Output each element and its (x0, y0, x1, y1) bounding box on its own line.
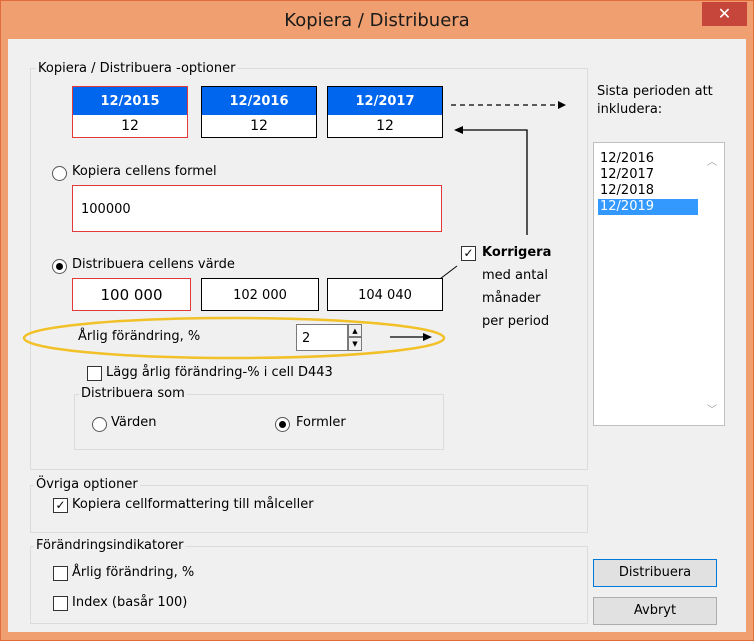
distribute-value-input-2[interactable]: 102 000 (201, 278, 319, 311)
annual-change-indicator-label: Årlig förändring, % (72, 565, 195, 580)
radio-selected-dot (279, 421, 286, 428)
copy-formula-radio[interactable] (52, 166, 67, 181)
annual-change-indicator-checkbox[interactable] (53, 566, 68, 581)
title-bar: Kopiera / Distribuera ✕ (1, 1, 753, 39)
annual-change-label: Årlig förändring, % (78, 329, 201, 344)
scroll-up-icon[interactable]: ︿ (707, 153, 717, 168)
correct-line-3: per period (482, 314, 550, 329)
copy-format-label: Kopiera cellformattering till målceller (72, 497, 314, 512)
values-radio-label: Värden (111, 415, 157, 430)
dialog-body: Kopiera / Distribuera -optioner 12/2015 … (8, 39, 746, 632)
correct-line-2: månader (482, 291, 541, 306)
add-change-cell-label: Lägg årlig förändring-% i cell D443 (106, 365, 333, 380)
dialog-window: Kopiera / Distribuera ✕ Kopiera / Distri… (0, 0, 754, 641)
scroll-down-icon[interactable]: ﹀ (707, 401, 717, 416)
list-item[interactable]: 12/2017 (598, 167, 698, 183)
distribute-button[interactable]: Distribuera (593, 559, 717, 587)
formula-input[interactable]: 100000 (72, 185, 442, 232)
spin-up-icon[interactable]: ▲ (348, 324, 362, 337)
indicators-group (30, 546, 588, 624)
radio-selected-dot (56, 263, 63, 270)
correct-line-1: med antal (482, 268, 548, 283)
values-radio[interactable] (92, 417, 107, 432)
correct-checkbox[interactable]: ✓ (461, 246, 476, 261)
copy-format-checkbox[interactable]: ✓ (53, 498, 68, 513)
distribute-value-radio[interactable] (52, 259, 67, 274)
distribute-value-input-1[interactable]: 100 000 (72, 278, 191, 311)
last-period-listbox[interactable]: 12/2016 12/2017 12/2018 12/2019 ︿ ﹀ (593, 142, 725, 426)
arrow-head-icon (454, 126, 463, 134)
cancel-button[interactable]: Avbryt (593, 597, 717, 625)
close-button[interactable]: ✕ (702, 2, 747, 26)
last-period-label-2: inkludera: (597, 102, 663, 117)
return-arrow (462, 129, 528, 235)
annual-change-input[interactable]: 2 (296, 324, 348, 351)
indicators-label: Förändringsindikatorer (34, 538, 186, 553)
spin-down-icon[interactable]: ▼ (348, 337, 362, 351)
last-period-label-1: Sista perioden att (597, 84, 713, 99)
add-change-cell-checkbox[interactable] (87, 366, 102, 381)
arrow-head-icon (558, 101, 566, 109)
list-item-selected[interactable]: 12/2019 (598, 199, 698, 215)
list-item[interactable]: 12/2016 (598, 151, 698, 167)
arrow-head-icon (423, 333, 432, 341)
formulas-radio-label: Formler (296, 415, 346, 430)
index-indicator-label: Index (basår 100) (72, 595, 188, 610)
distribute-as-label: Distribuera som (79, 386, 187, 401)
distribute-value-input-3[interactable]: 104 040 (327, 278, 443, 311)
distribute-value-label: Distribuera cellens värde (72, 257, 235, 272)
list-item[interactable]: 12/2018 (598, 183, 698, 199)
formulas-radio[interactable] (275, 417, 290, 432)
dialog-title: Kopiera / Distribuera (284, 10, 470, 31)
index-indicator-checkbox[interactable] (53, 596, 68, 611)
other-options-label: Övriga optioner (34, 477, 140, 492)
correct-title: Korrigera (482, 245, 552, 260)
copy-formula-label: Kopiera cellens formel (72, 164, 217, 179)
